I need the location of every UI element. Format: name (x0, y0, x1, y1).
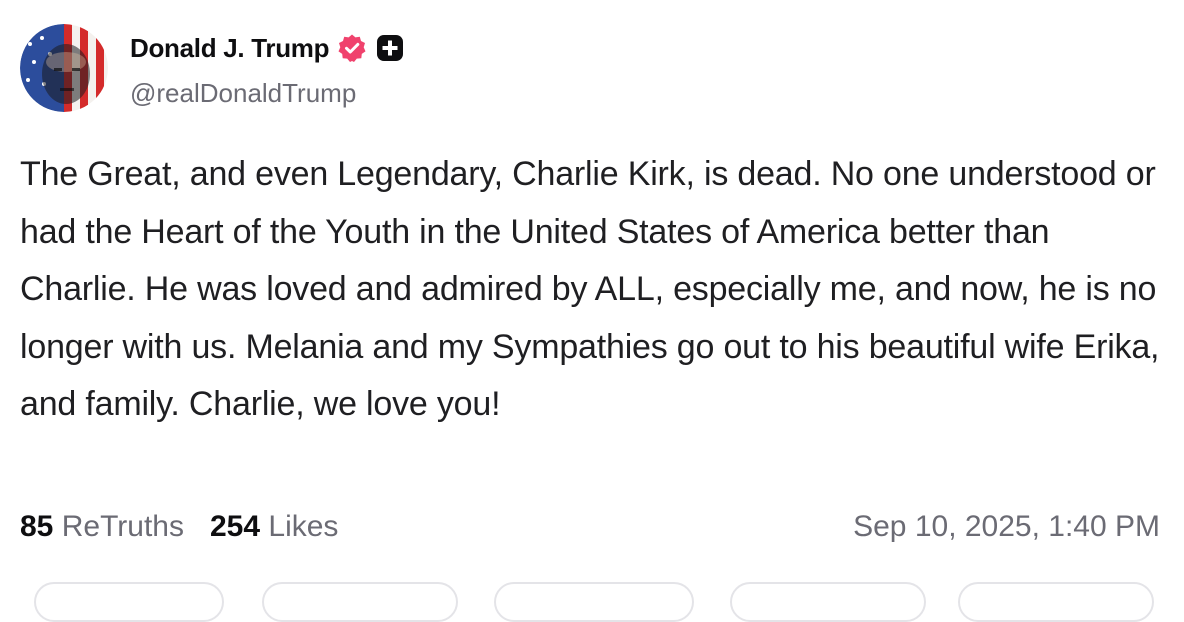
more-options-button[interactable] (958, 582, 1154, 622)
retruth-button[interactable] (262, 582, 458, 622)
likes-label: Likes (268, 510, 339, 543)
post-card: Donald J. Trump @realDonaldTrump The Gre… (0, 0, 1184, 622)
author-display-name[interactable]: Donald J. Trump (130, 33, 329, 64)
flag-portrait-avatar-icon (20, 24, 108, 112)
author-handle[interactable]: @realDonaldTrump (130, 78, 356, 109)
likes-count: 254 (209, 510, 261, 543)
share-button[interactable] (730, 582, 926, 622)
likes-stat[interactable]: 254 Likes (210, 510, 338, 544)
retruths-stat[interactable]: 85 ReTruths (20, 510, 184, 544)
like-button[interactable] (494, 582, 694, 622)
author-name-row: Donald J. Trump (130, 30, 405, 66)
verified-badge-icon (337, 33, 367, 63)
post-text: The Great, and even Legendary, Charlie K… (20, 155, 1160, 423)
post-stats: 85 ReTruths 254 Likes (20, 510, 338, 544)
post-timestamp[interactable]: Sep 10, 2025, 1:40 PM (853, 510, 1160, 544)
author-avatar[interactable] (20, 24, 108, 112)
reply-button[interactable] (34, 582, 224, 622)
post-action-bar (0, 582, 1184, 622)
retruths-label: ReTruths (61, 510, 184, 543)
retruths-count: 85 (20, 510, 54, 543)
plus-badge-icon (375, 33, 405, 63)
